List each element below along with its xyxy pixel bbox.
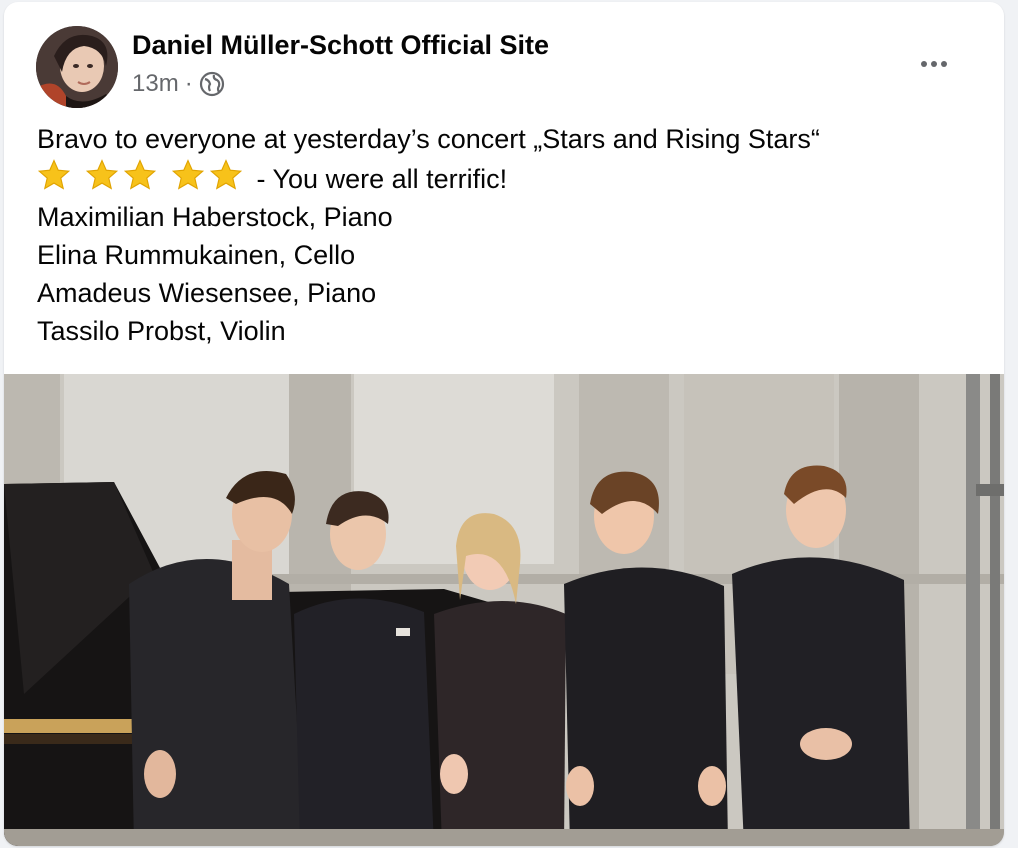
meta-separator: ·	[184, 70, 193, 97]
post-card: Daniel Müller-Schott Official Site 13m ·…	[4, 2, 1004, 846]
avatar-image	[36, 26, 118, 108]
post-text-line-stars: - You were all terrific!	[37, 158, 974, 198]
page-name[interactable]: Daniel Müller-Schott Official Site	[132, 30, 549, 61]
more-dot	[941, 61, 947, 67]
star-emoji-icon	[85, 159, 119, 190]
post-text-line: Maximilian Haberstock, Piano	[37, 202, 393, 232]
timestamp[interactable]: 13m	[132, 70, 179, 98]
concert-photo	[4, 374, 1004, 846]
more-dot	[931, 61, 937, 67]
page-avatar[interactable]	[36, 26, 118, 108]
post-meta: 13m ·	[132, 70, 225, 98]
post-text-line-tail: - You were all terrific!	[249, 164, 508, 194]
post-text-line: Amadeus Wiesensee, Piano	[37, 278, 377, 308]
star-emoji-icon	[123, 159, 157, 190]
globe-icon[interactable]	[199, 71, 225, 97]
post-text-line: Tassilo Probst, Violin	[37, 316, 286, 346]
post-text: Bravo to everyone at yesterday’s concert…	[37, 120, 974, 350]
star-emoji-row	[37, 158, 243, 192]
post-photo[interactable]	[4, 374, 1004, 846]
star-emoji-icon	[171, 159, 205, 190]
more-options-button[interactable]	[912, 46, 956, 82]
post-text-line: Bravo to everyone at yesterday’s concert…	[37, 124, 820, 154]
star-emoji-icon	[209, 159, 243, 190]
star-emoji-icon	[37, 159, 71, 190]
post-text-line: Elina Rummukainen, Cello	[37, 240, 356, 270]
more-horizontal-icon	[921, 61, 927, 67]
